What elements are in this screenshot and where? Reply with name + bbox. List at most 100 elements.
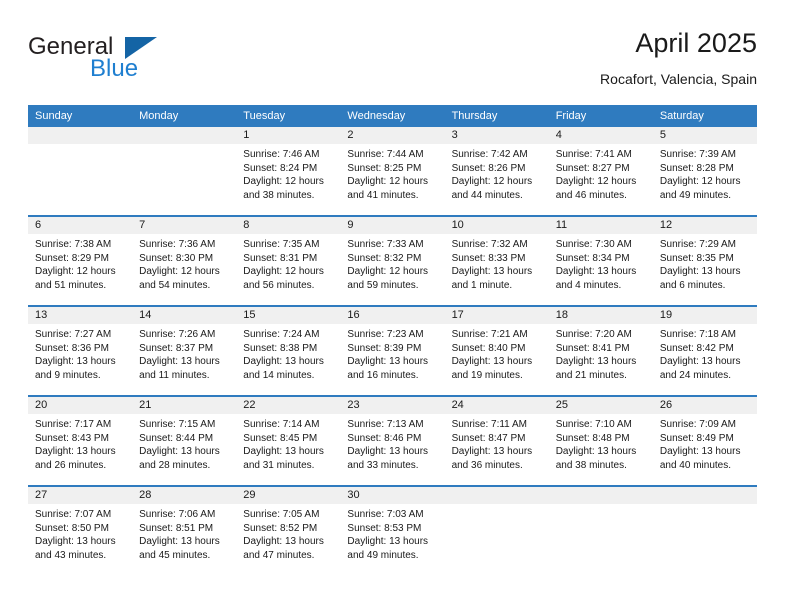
day-sun-info: Sunrise: 7:42 AM Sunset: 8:26 PM Daylight:… xyxy=(445,144,549,202)
day-cell-content: 16 Sunrise: 7:23 AM Sunset: 8:39 PM Dayligh… xyxy=(340,307,445,395)
calendar-day-cell xyxy=(652,485,757,575)
calendar-day-cell[interactable]: 16 Sunrise: 7:23 AM Sunset: 8:39 PM Dayligh… xyxy=(340,305,445,396)
sunset-text: Sunset: 8:35 PM xyxy=(659,252,734,264)
calendar-day-cell[interactable]: 2 Sunrise: 7:44 AM Sunset: 8:25 PM Daylight… xyxy=(340,127,445,216)
day-cell-content: 4 Sunrise: 7:41 AM Sunset: 8:27 PM Daylight… xyxy=(548,127,653,215)
daylight-text: Daylight: 12 hours and 38 minutes. xyxy=(243,176,324,201)
day-number: 20 xyxy=(28,397,133,414)
daylight-text: Daylight: 13 hours and 31 minutes. xyxy=(243,446,324,471)
calendar-day-cell[interactable]: 22 Sunrise: 7:14 AM Sunset: 8:45 PM Dayligh… xyxy=(236,395,341,486)
calendar-day-cell[interactable]: 27 Sunrise: 7:07 AM Sunset: 8:50 PM Dayligh… xyxy=(28,485,133,575)
day-sun-info: Sunrise: 7:10 AM Sunset: 8:48 PM Daylight:… xyxy=(549,414,653,472)
day-cell-content: 22 Sunrise: 7:14 AM Sunset: 8:45 PM Dayligh… xyxy=(236,397,341,485)
calendar-week-row: 1 Sunrise: 7:46 AM Sunset: 8:24 PM Daylight… xyxy=(28,127,757,216)
calendar-day-cell[interactable]: 23 Sunrise: 7:13 AM Sunset: 8:46 PM Dayligh… xyxy=(340,395,445,486)
day-sun-info: Sunrise: 7:38 AM Sunset: 8:29 PM Daylight:… xyxy=(28,234,132,292)
day-number: 24 xyxy=(444,397,549,414)
general-blue-logo[interactable]: General Blue xyxy=(28,34,208,90)
day-sun-info: Sunrise: 7:14 AM Sunset: 8:45 PM Daylight:… xyxy=(236,414,340,472)
day-cell-content: 19 Sunrise: 7:18 AM Sunset: 8:42 PM Dayligh… xyxy=(652,307,757,395)
sunrise-text: Sunrise: 7:09 AM xyxy=(659,419,736,430)
sunset-text: Sunset: 8:25 PM xyxy=(347,162,422,174)
calendar-week-row: 27 Sunrise: 7:07 AM Sunset: 8:50 PM Dayligh… xyxy=(28,485,757,575)
sunset-text: Sunset: 8:36 PM xyxy=(35,342,109,354)
day-sun-info: Sunrise: 7:18 AM Sunset: 8:42 PM Daylight:… xyxy=(653,324,757,382)
calendar-day-cell[interactable]: 1 Sunrise: 7:46 AM Sunset: 8:24 PM Daylight… xyxy=(236,127,341,216)
day-number: 15 xyxy=(236,307,341,324)
day-sun-info: Sunrise: 7:20 AM Sunset: 8:41 PM Daylight:… xyxy=(549,324,653,382)
calendar-day-cell[interactable]: 24 Sunrise: 7:11 AM Sunset: 8:47 PM Dayligh… xyxy=(444,395,549,486)
day-cell-content: 2 Sunrise: 7:44 AM Sunset: 8:25 PM Daylight… xyxy=(340,127,445,215)
calendar-day-cell[interactable]: 4 Sunrise: 7:41 AM Sunset: 8:27 PM Daylight… xyxy=(548,127,653,216)
daylight-text: Daylight: 13 hours and 28 minutes. xyxy=(139,446,220,471)
calendar-day-cell[interactable]: 29 Sunrise: 7:05 AM Sunset: 8:52 PM Dayligh… xyxy=(236,485,341,575)
calendar-day-cell xyxy=(548,485,653,575)
calendar-day-cell[interactable]: 7 Sunrise: 7:36 AM Sunset: 8:30 PM Daylight… xyxy=(132,215,237,306)
calendar-day-cell[interactable]: 5 Sunrise: 7:39 AM Sunset: 8:28 PM Daylight… xyxy=(652,127,757,216)
daylight-text: Daylight: 13 hours and 40 minutes. xyxy=(659,446,741,471)
sunrise-text: Sunrise: 7:41 AM xyxy=(555,149,632,160)
sunrise-text: Sunrise: 7:36 AM xyxy=(139,239,216,250)
sunset-text: Sunset: 8:44 PM xyxy=(139,432,214,444)
sunrise-text: Sunrise: 7:10 AM xyxy=(555,419,632,430)
sunrise-text: Sunrise: 7:44 AM xyxy=(347,149,424,160)
daylight-text: Daylight: 12 hours and 54 minutes. xyxy=(139,266,220,291)
calendar-day-cell[interactable]: 6 Sunrise: 7:38 AM Sunset: 8:29 PM Daylight… xyxy=(28,215,133,306)
calendar-day-cell[interactable]: 30 Sunrise: 7:03 AM Sunset: 8:53 PM Dayligh… xyxy=(340,485,445,575)
day-sun-info: Sunrise: 7:13 AM Sunset: 8:46 PM Daylight:… xyxy=(340,414,444,472)
calendar-day-cell[interactable]: 3 Sunrise: 7:42 AM Sunset: 8:26 PM Daylight… xyxy=(444,127,549,216)
calendar-day-cell[interactable]: 11 Sunrise: 7:30 AM Sunset: 8:34 PM Dayligh… xyxy=(548,215,653,306)
sunset-text: Sunset: 8:52 PM xyxy=(243,522,318,534)
calendar-day-cell[interactable]: 10 Sunrise: 7:32 AM Sunset: 8:33 PM Dayligh… xyxy=(444,215,549,306)
daylight-text: Daylight: 13 hours and 36 minutes. xyxy=(451,446,533,471)
sunrise-text: Sunrise: 7:46 AM xyxy=(243,149,320,160)
day-sun-info: Sunrise: 7:17 AM Sunset: 8:43 PM Daylight:… xyxy=(28,414,132,472)
day-cell-content xyxy=(652,487,757,575)
day-cell-content: 23 Sunrise: 7:13 AM Sunset: 8:46 PM Dayligh… xyxy=(340,397,445,485)
daylight-text: Daylight: 13 hours and 33 minutes. xyxy=(347,446,429,471)
calendar-day-cell[interactable]: 26 Sunrise: 7:09 AM Sunset: 8:49 PM Dayligh… xyxy=(652,395,757,486)
day-number xyxy=(28,127,133,144)
day-number: 10 xyxy=(444,217,549,234)
day-number: 30 xyxy=(340,487,445,504)
calendar-day-cell[interactable]: 9 Sunrise: 7:33 AM Sunset: 8:32 PM Daylight… xyxy=(340,215,445,306)
sunset-text: Sunset: 8:43 PM xyxy=(35,432,109,444)
sunrise-text: Sunrise: 7:29 AM xyxy=(659,239,736,250)
sunrise-text: Sunrise: 7:21 AM xyxy=(451,329,528,340)
sunrise-text: Sunrise: 7:35 AM xyxy=(243,239,320,250)
day-cell-content: 30 Sunrise: 7:03 AM Sunset: 8:53 PM Dayligh… xyxy=(340,487,445,575)
sunset-text: Sunset: 8:47 PM xyxy=(451,432,526,444)
calendar-day-cell[interactable]: 20 Sunrise: 7:17 AM Sunset: 8:43 PM Dayligh… xyxy=(28,395,133,486)
sunrise-text: Sunrise: 7:05 AM xyxy=(243,509,320,520)
calendar-day-cell[interactable]: 25 Sunrise: 7:10 AM Sunset: 8:48 PM Dayligh… xyxy=(548,395,653,486)
calendar-day-cell[interactable]: 17 Sunrise: 7:21 AM Sunset: 8:40 PM Dayligh… xyxy=(444,305,549,396)
calendar-day-cell[interactable]: 13 Sunrise: 7:27 AM Sunset: 8:36 PM Dayligh… xyxy=(28,305,133,396)
sunset-text: Sunset: 8:49 PM xyxy=(659,432,734,444)
day-number xyxy=(652,487,757,504)
sunrise-text: Sunrise: 7:30 AM xyxy=(555,239,632,250)
day-number: 11 xyxy=(548,217,653,234)
day-sun-info: Sunrise: 7:03 AM Sunset: 8:53 PM Daylight:… xyxy=(340,504,444,562)
calendar-day-cell[interactable]: 12 Sunrise: 7:29 AM Sunset: 8:35 PM Dayligh… xyxy=(652,215,757,306)
calendar-day-cell[interactable]: 18 Sunrise: 7:20 AM Sunset: 8:41 PM Dayligh… xyxy=(548,305,653,396)
daylight-text: Daylight: 12 hours and 49 minutes. xyxy=(659,176,741,201)
day-number: 2 xyxy=(340,127,445,144)
sunrise-text: Sunrise: 7:42 AM xyxy=(451,149,528,160)
day-sun-info: Sunrise: 7:32 AM Sunset: 8:33 PM Daylight:… xyxy=(445,234,549,292)
logo-text-blue: Blue xyxy=(90,55,139,82)
calendar-day-cell[interactable]: 8 Sunrise: 7:35 AM Sunset: 8:31 PM Daylight… xyxy=(236,215,341,306)
calendar-day-cell[interactable]: 19 Sunrise: 7:18 AM Sunset: 8:42 PM Dayligh… xyxy=(652,305,757,396)
sunset-text: Sunset: 8:38 PM xyxy=(243,342,318,354)
calendar-body: 1 Sunrise: 7:46 AM Sunset: 8:24 PM Daylight… xyxy=(28,127,757,575)
day-cell-content: 27 Sunrise: 7:07 AM Sunset: 8:50 PM Dayligh… xyxy=(28,487,133,575)
day-cell-content: 7 Sunrise: 7:36 AM Sunset: 8:30 PM Daylight… xyxy=(132,217,237,305)
day-cell-content: 25 Sunrise: 7:10 AM Sunset: 8:48 PM Dayligh… xyxy=(548,397,653,485)
weekday-header-saturday: Saturday xyxy=(652,105,757,127)
sunset-text: Sunset: 8:40 PM xyxy=(451,342,526,354)
weekday-header-sunday: Sunday xyxy=(28,105,133,127)
calendar-day-cell[interactable]: 15 Sunrise: 7:24 AM Sunset: 8:38 PM Dayligh… xyxy=(236,305,341,396)
calendar-day-cell[interactable]: 21 Sunrise: 7:15 AM Sunset: 8:44 PM Dayligh… xyxy=(132,395,237,486)
day-cell-content: 28 Sunrise: 7:06 AM Sunset: 8:51 PM Dayligh… xyxy=(132,487,237,575)
calendar-day-cell[interactable]: 14 Sunrise: 7:26 AM Sunset: 8:37 PM Dayligh… xyxy=(132,305,237,396)
calendar-day-cell[interactable]: 28 Sunrise: 7:06 AM Sunset: 8:51 PM Dayligh… xyxy=(132,485,237,575)
